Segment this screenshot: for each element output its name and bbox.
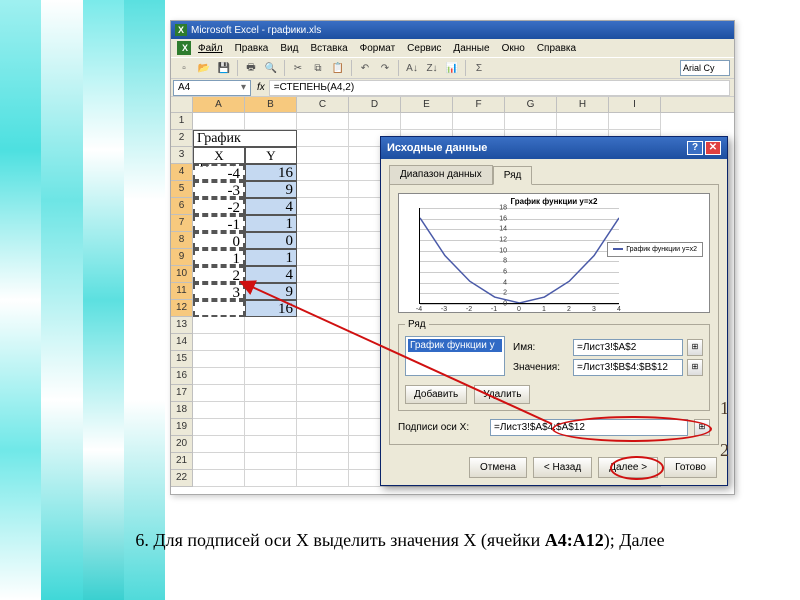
col-H[interactable]: H	[557, 97, 609, 112]
dialog-body: График функции y=x2 024681012141618 -4-3…	[389, 184, 719, 445]
chart-title: График функции y=x2	[399, 197, 709, 206]
sum-icon[interactable]: Σ	[470, 59, 488, 77]
chart-legend: График функции y=x2	[607, 242, 703, 257]
menu-file[interactable]: Файл	[193, 42, 228, 55]
dialog-title: Исходные данные	[387, 142, 487, 154]
sort-desc-icon[interactable]: Z↓	[423, 59, 441, 77]
menu-tools[interactable]: Сервис	[402, 42, 446, 55]
ref-button[interactable]: ⊞	[687, 359, 703, 376]
finish-button[interactable]: Готово	[664, 457, 717, 478]
tab-series[interactable]: Ряд	[493, 166, 533, 185]
col-B[interactable]: B	[245, 97, 297, 112]
print-icon[interactable]: 🖶	[242, 59, 260, 77]
add-button[interactable]: Добавить	[405, 385, 467, 404]
values-label: Значения:	[513, 362, 569, 373]
menu-insert[interactable]: Вставка	[305, 42, 352, 55]
paste-icon[interactable]: 📋	[329, 59, 347, 77]
menubar[interactable]: X Файл Правка Вид Вставка Формат Сервис …	[171, 39, 734, 57]
select-all-corner[interactable]	[171, 97, 193, 112]
decorative-sidebar	[0, 0, 165, 600]
chart-icon[interactable]: 📊	[443, 59, 461, 77]
cut-icon[interactable]: ✂	[289, 59, 307, 77]
redo-icon[interactable]: ↷	[376, 59, 394, 77]
preview-icon[interactable]: 🔍	[262, 59, 280, 77]
fx-icon[interactable]: fx	[257, 82, 265, 93]
source-data-dialog: Исходные данные ? ✕ Диапазон данных Ряд …	[380, 136, 728, 486]
values-input[interactable]: =Лист3!$B$4:$B$12	[573, 359, 683, 376]
annotation-2: 2	[720, 440, 729, 461]
col-E[interactable]: E	[401, 97, 453, 112]
close-icon[interactable]: ✕	[705, 141, 721, 155]
col-C[interactable]: C	[297, 97, 349, 112]
delete-button[interactable]: Удалить	[474, 385, 530, 404]
series-fieldset: Ряд График функции y Имя: =Лист3!$A$2 ⊞ …	[398, 319, 710, 411]
series-legend: Ряд	[405, 319, 429, 330]
col-A[interactable]: A	[193, 97, 245, 112]
window-title: Microsoft Excel - графики.xls	[191, 25, 321, 36]
series-item[interactable]: График функции y	[408, 339, 502, 352]
menu-format[interactable]: Формат	[355, 42, 401, 55]
chart-preview: График функции y=x2 024681012141618 -4-3…	[398, 193, 710, 313]
help-icon[interactable]: ?	[687, 141, 703, 155]
doc-icon: X	[177, 41, 191, 55]
dialog-titlebar[interactable]: Исходные данные ? ✕	[381, 137, 727, 159]
name-input[interactable]: =Лист3!$A$2	[573, 339, 683, 356]
font-selector[interactable]: Arial Cy	[680, 60, 730, 76]
menu-window[interactable]: Окно	[497, 42, 530, 55]
name-label: Имя:	[513, 342, 569, 353]
chevron-down-icon: ▾	[241, 81, 246, 95]
col-F[interactable]: F	[453, 97, 505, 112]
undo-icon[interactable]: ↶	[356, 59, 374, 77]
menu-data[interactable]: Данные	[448, 42, 494, 55]
xaxis-label: Подписи оси X:	[398, 422, 484, 433]
next-button[interactable]: Далее >	[598, 457, 658, 478]
toolbar: ▫ 📂 💾 🖶 🔍 ✂ ⧉ 📋 ↶ ↷ A↓ Z↓ 📊 Σ Arial Cy	[171, 57, 734, 79]
formula-bar[interactable]: =СТЕПЕНЬ(A4,2)	[269, 80, 730, 96]
tab-data-range[interactable]: Диапазон данных	[389, 165, 493, 184]
col-I[interactable]: I	[609, 97, 661, 112]
cancel-button[interactable]: Отмена	[469, 457, 527, 478]
menu-edit[interactable]: Правка	[230, 42, 274, 55]
annotation-1: 1	[720, 398, 729, 419]
name-box[interactable]: A4▾	[173, 80, 251, 96]
excel-icon: X	[175, 24, 187, 36]
series-listbox[interactable]: График функции y	[405, 336, 505, 376]
ref-button[interactable]: ⊞	[694, 419, 710, 436]
xaxis-input[interactable]: =Лист3!$A$4:$A$12	[490, 419, 688, 436]
ref-button[interactable]: ⊞	[687, 339, 703, 356]
menu-view[interactable]: Вид	[275, 42, 303, 55]
open-icon[interactable]: 📂	[195, 59, 213, 77]
col-D[interactable]: D	[349, 97, 401, 112]
save-icon[interactable]: 💾	[215, 59, 233, 77]
new-icon[interactable]: ▫	[175, 59, 193, 77]
sort-asc-icon[interactable]: A↓	[403, 59, 421, 77]
back-button[interactable]: < Назад	[533, 457, 592, 478]
copy-icon[interactable]: ⧉	[309, 59, 327, 77]
col-G[interactable]: G	[505, 97, 557, 112]
menu-help[interactable]: Справка	[532, 42, 581, 55]
titlebar: X Microsoft Excel - графики.xls	[171, 21, 734, 39]
caption: 6. Для подписей оси X выделить значения …	[0, 530, 800, 551]
formula-bar-row: A4▾ fx =СТЕПЕНЬ(A4,2)	[171, 79, 734, 97]
